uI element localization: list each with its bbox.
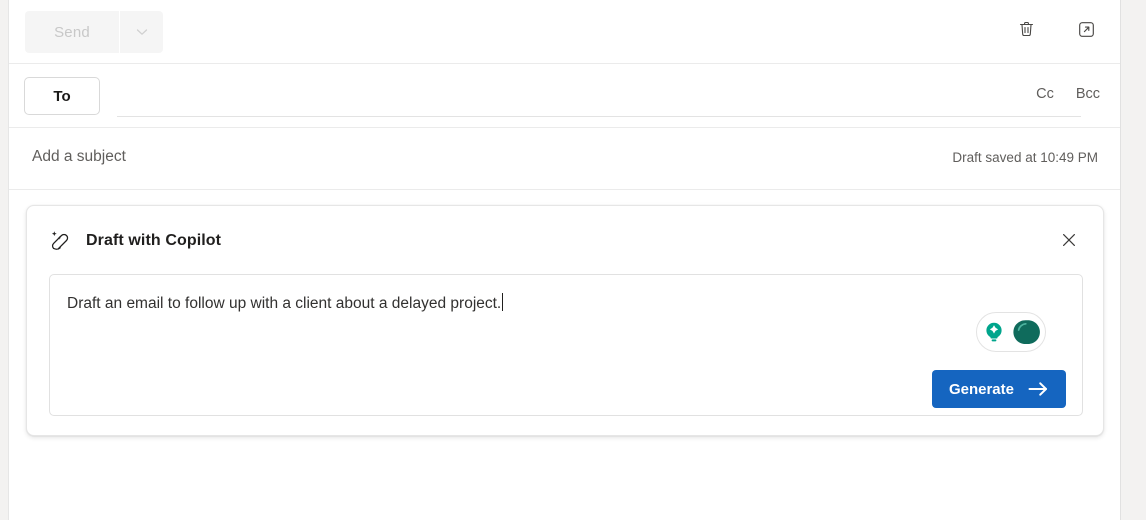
close-icon	[1060, 231, 1078, 254]
copilot-card-title: Draft with Copilot	[86, 232, 222, 249]
popout-button[interactable]	[1070, 16, 1102, 48]
text-cursor	[502, 293, 504, 311]
to-button[interactable]: To	[24, 77, 100, 115]
close-copilot-card-button[interactable]	[1053, 226, 1085, 258]
compose-surface: Send To Cc Bcc Add a subject Draft saved…	[8, 0, 1121, 520]
to-input[interactable]	[117, 116, 1081, 117]
copilot-card-header: Draft with Copilot	[27, 206, 1103, 278]
right-rail	[1122, 0, 1146, 520]
speech-bubble-icon[interactable]	[1009, 316, 1043, 348]
discard-draft-button[interactable]	[1010, 16, 1042, 48]
trash-icon	[1016, 19, 1037, 45]
generate-button[interactable]: Generate	[931, 370, 1066, 408]
draft-with-copilot-card: Draft with Copilot Draft an email to fol…	[26, 205, 1104, 436]
copilot-title-group: Draft with Copilot	[48, 228, 221, 254]
command-bar-actions	[1010, 0, 1102, 64]
cc-button[interactable]: Cc	[1036, 86, 1054, 102]
lightbulb-idea-icon[interactable]	[979, 317, 1009, 347]
draft-saved-status: Draft saved at 10:49 PM	[952, 150, 1098, 165]
copilot-pen-sparkle-icon	[48, 228, 74, 254]
send-options-button[interactable]	[119, 11, 163, 53]
copilot-prompt-input[interactable]: Draft an email to follow up with a clien…	[67, 293, 504, 313]
generate-button-label: Generate	[948, 380, 1014, 398]
open-in-new-window-icon	[1076, 19, 1097, 45]
recipient-row: To Cc Bcc	[9, 64, 1120, 128]
bcc-button[interactable]: Bcc	[1076, 86, 1100, 102]
command-bar: Send	[9, 0, 1120, 64]
ccbcc-group: Cc Bcc	[1036, 86, 1100, 102]
chevron-down-icon	[134, 24, 150, 40]
send-button[interactable]: Send	[25, 11, 119, 53]
copilot-prompt-box[interactable]: Draft an email to follow up with a clien…	[49, 274, 1083, 416]
send-split-button[interactable]: Send	[25, 11, 163, 53]
copilot-assist-chip[interactable]	[976, 312, 1046, 352]
subject-input[interactable]: Add a subject	[32, 148, 126, 166]
subject-row[interactable]: Add a subject Draft saved at 10:49 PM	[9, 128, 1120, 190]
compose-window: Send To Cc Bcc Add a subject Draft saved…	[0, 0, 1146, 520]
arrow-right-icon	[1027, 380, 1049, 398]
copilot-prompt-text: Draft an email to follow up with a clien…	[67, 295, 502, 312]
